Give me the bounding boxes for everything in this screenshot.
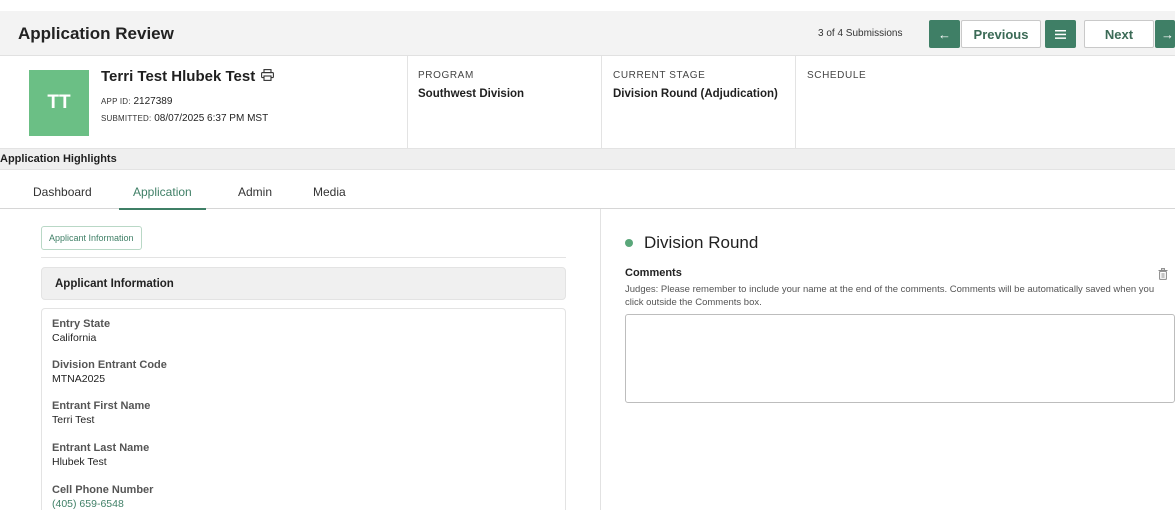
column-divider — [407, 56, 408, 148]
avatar: TT — [29, 70, 89, 136]
tab-application[interactable]: Application — [119, 185, 206, 210]
field-entrant-first-name: Entrant First Name Terri Test — [52, 400, 150, 426]
app-id-label: APP ID: — [101, 97, 131, 106]
applicant-name: Terri Test Hlubek Test — [101, 68, 256, 85]
applicant-name-row: Terri Test Hlubek Test — [101, 68, 275, 85]
tab-media[interactable]: Media — [313, 185, 346, 208]
adjudication-pane: Division Round Comments Judges: Please r… — [602, 209, 1175, 510]
program-value: Southwest Division — [418, 88, 525, 100]
previous-button[interactable]: Previous — [961, 20, 1041, 48]
comments-label: Comments — [625, 267, 682, 279]
app-id: APP ID: 2127389 — [101, 96, 172, 107]
submitted-value: 08/07/2025 6:37 PM MST — [154, 113, 269, 124]
round-title: Division Round — [644, 233, 759, 252]
comments-instructions: Judges: Please remember to include your … — [625, 284, 1155, 308]
field-value: MTNA2025 — [52, 373, 106, 385]
column-divider — [795, 56, 796, 148]
field-value: Hlubek Test — [52, 456, 107, 468]
arrow-left-icon: ← — [938, 26, 951, 42]
submitted-date: SUBMITTED: 08/07/2025 6:37 PM MST — [101, 113, 268, 124]
tab-bar: Dashboard Application Admin Media — [0, 178, 1175, 210]
list-icon — [1055, 27, 1066, 42]
field-entry-state: Entry State California — [52, 318, 110, 344]
field-label: Cell Phone Number — [52, 484, 154, 496]
arrow-right-icon: → — [1161, 26, 1174, 42]
tab-dashboard[interactable]: Dashboard — [33, 185, 92, 208]
program-label: PROGRAM — [418, 70, 474, 81]
schedule-label: SCHEDULE — [807, 70, 867, 81]
field-list: Entry State California Division Entrant … — [41, 308, 566, 510]
review-header: Application Review 3 of 4 Submissions ← … — [0, 11, 1175, 56]
current-stage-value: Division Round (Adjudication) — [613, 88, 778, 100]
comments-textarea[interactable] — [625, 314, 1175, 403]
section-chip-applicant-information[interactable]: Applicant Information — [41, 226, 142, 250]
field-label: Division Entrant Code — [52, 359, 167, 371]
tab-admin[interactable]: Admin — [238, 185, 272, 208]
page-title: Application Review — [18, 24, 174, 43]
next-arrow-button[interactable]: → — [1155, 20, 1175, 48]
current-stage-label: CURRENT STAGE — [613, 70, 706, 81]
next-button[interactable]: Next — [1084, 20, 1154, 48]
field-cell-phone-number: Cell Phone Number (405) 659-6548 — [52, 484, 153, 510]
section-title: Applicant Information — [55, 278, 174, 290]
submission-counter: 3 of 4 Submissions — [818, 28, 903, 39]
applicant-summary: TT Terri Test Hlubek Test APP ID: 212738… — [0, 56, 1175, 148]
field-label: Entrant First Name — [52, 400, 151, 412]
divider — [41, 257, 566, 258]
previous-arrow-button[interactable]: ← — [929, 20, 960, 48]
field-value: Terri Test — [52, 414, 95, 426]
phone-link[interactable]: (405) 659-6548 — [52, 498, 153, 510]
app-id-value: 2127389 — [133, 96, 173, 107]
field-entrant-last-name: Entrant Last Name Hlubek Test — [52, 442, 149, 468]
field-label: Entrant Last Name — [52, 442, 150, 454]
section-header[interactable]: Applicant Information — [41, 267, 566, 300]
application-pane: Applicant Information Applicant Informat… — [0, 209, 601, 510]
application-highlights-bar[interactable]: Application Highlights — [0, 148, 1175, 170]
field-label: Entry State — [52, 318, 111, 330]
trash-icon[interactable] — [1158, 267, 1170, 280]
field-division-entrant-code: Division Entrant Code MTNA2025 — [52, 359, 167, 385]
column-divider — [601, 56, 602, 148]
print-icon[interactable] — [261, 68, 275, 85]
submitted-label: SUBMITTED: — [101, 114, 152, 123]
submission-list-button[interactable] — [1045, 20, 1076, 48]
field-value: California — [52, 332, 97, 344]
application-highlights-label: Application Highlights — [0, 153, 117, 165]
status-dot-icon — [625, 239, 633, 247]
